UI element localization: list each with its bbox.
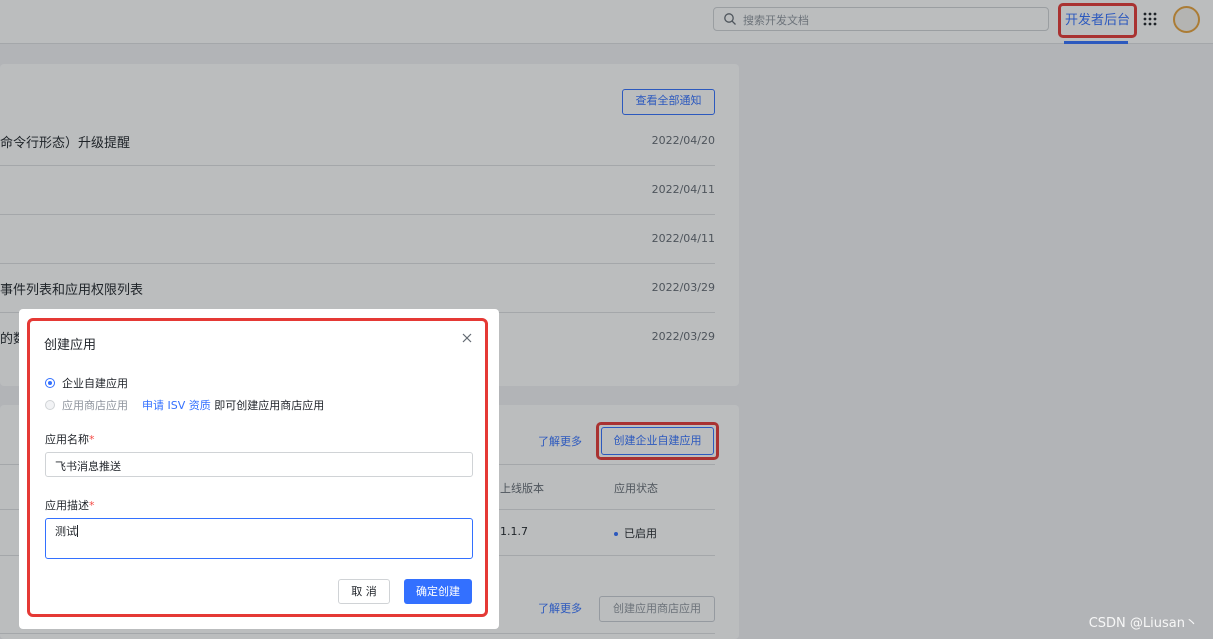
watermark: CSDN @Liusan丶	[1088, 616, 1198, 631]
dialog-highlight-box	[27, 318, 488, 617]
